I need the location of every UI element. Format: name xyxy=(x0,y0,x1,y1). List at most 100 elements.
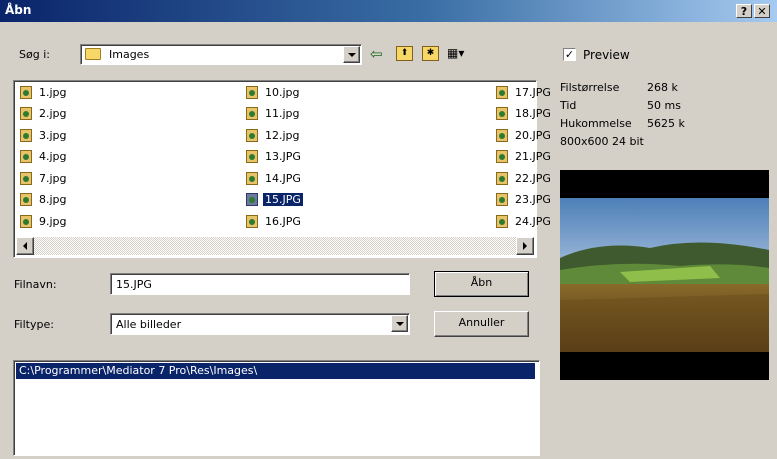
back-icon[interactable]: ⇦ xyxy=(370,45,383,63)
filetype-dropdown-button[interactable] xyxy=(391,315,408,332)
file-item[interactable]: 20.JPG xyxy=(496,127,553,143)
file-name: 15.JPG xyxy=(262,192,304,207)
file-name: 2.jpg xyxy=(39,107,67,120)
file-name: 10.jpg xyxy=(265,85,300,99)
info-dimensions: 800x600 24 bit xyxy=(560,135,644,148)
file-item[interactable]: 9.jpg xyxy=(20,213,69,229)
image-file-icon xyxy=(20,107,32,120)
path-item[interactable]: C:\Programmer\Mediator 7 Pro\Res\Images\ xyxy=(16,363,535,379)
scroll-right-button[interactable] xyxy=(516,237,534,255)
filename-label: Filnavn: xyxy=(14,278,57,291)
file-list[interactable]: 1.jpg 2.jpg 3.jpg 4.jpg 7.jpg 8.jpg 9.jpg 10.j… xyxy=(13,80,551,258)
cancel-button[interactable]: Annuller xyxy=(434,311,529,337)
image-file-icon xyxy=(20,85,32,99)
file-item[interactable]: 10.jpg xyxy=(246,84,302,100)
file-item[interactable]: 13.JPG xyxy=(246,149,303,165)
file-item[interactable]: 22.JPG xyxy=(496,170,553,186)
open-button[interactable]: Åbn xyxy=(434,271,529,297)
image-file-icon xyxy=(246,128,258,142)
file-item[interactable]: 16.JPG xyxy=(246,213,303,229)
file-name: 24.JPG xyxy=(515,214,551,228)
chevron-down-icon xyxy=(347,52,356,57)
lookin-dropdown[interactable]: Images xyxy=(80,44,362,65)
info-label-memory: Hukommelse xyxy=(560,117,632,130)
file-name: 22.JPG xyxy=(515,171,551,185)
image-file-icon xyxy=(246,214,258,228)
file-item[interactable]: 17.JPG xyxy=(496,84,553,100)
file-name: 17.JPG xyxy=(515,85,551,99)
image-file-icon xyxy=(496,128,508,142)
horizontal-scrollbar[interactable] xyxy=(16,237,534,255)
file-name: 3.jpg xyxy=(39,128,67,142)
arrow-left-icon xyxy=(23,242,27,250)
up-folder-icon[interactable]: ⬆ xyxy=(396,46,413,61)
file-item[interactable]: 23.JPG xyxy=(496,192,553,208)
file-name: 13.JPG xyxy=(265,150,301,163)
file-item[interactable]: 11.jpg xyxy=(246,106,302,122)
chevron-down-icon xyxy=(395,321,404,326)
image-file-icon xyxy=(496,150,508,163)
image-file-icon xyxy=(20,128,32,142)
file-name: 8.jpg xyxy=(39,193,67,206)
file-name: 21.JPG xyxy=(515,150,551,163)
file-item[interactable]: 4.jpg xyxy=(20,149,69,165)
file-name: 4.jpg xyxy=(39,150,67,163)
image-file-icon xyxy=(246,150,258,163)
view-menu-icon[interactable]: ▦▾ xyxy=(447,46,464,60)
file-item[interactable]: 18.JPG xyxy=(496,106,553,122)
preview-checkbox[interactable]: ✓ xyxy=(563,48,576,61)
image-file-icon xyxy=(496,107,508,120)
file-item[interactable]: 3.jpg xyxy=(20,127,69,143)
image-file-icon xyxy=(20,171,32,185)
lookin-dropdown-button[interactable] xyxy=(343,46,360,63)
info-value-filesize: 268 k xyxy=(647,81,678,94)
file-item[interactable]: 1.jpg xyxy=(20,84,69,100)
info-value-memory: 5625 k xyxy=(647,117,685,130)
info-label-time: Tid xyxy=(560,99,577,112)
image-file-icon xyxy=(246,107,258,120)
file-name: 1.jpg xyxy=(39,85,67,99)
file-item[interactable]: 7.jpg xyxy=(20,170,69,186)
file-item[interactable]: 21.JPG xyxy=(496,149,553,165)
filetype-label: Filtype: xyxy=(14,318,54,331)
file-name: 14.JPG xyxy=(265,171,301,185)
image-file-icon xyxy=(496,85,508,99)
landscape-image xyxy=(560,198,769,352)
image-file-icon xyxy=(496,193,508,206)
lookin-label: Søg i: xyxy=(19,48,50,61)
new-folder-icon[interactable]: ✱ xyxy=(422,46,439,61)
file-name: 18.JPG xyxy=(515,107,551,120)
file-item[interactable]: 2.jpg xyxy=(20,106,69,122)
preview-label: Preview xyxy=(583,48,630,62)
file-item[interactable]: 15.JPG xyxy=(246,192,304,208)
close-button[interactable]: ✕ xyxy=(754,4,770,18)
lookin-value: Images xyxy=(109,48,150,61)
filetype-dropdown[interactable]: Alle billeder xyxy=(110,313,410,335)
image-file-icon xyxy=(20,214,32,228)
path-list[interactable]: C:\Programmer\Mediator 7 Pro\Res\Images\ xyxy=(13,360,540,456)
title-bar xyxy=(0,0,777,22)
file-name: 20.JPG xyxy=(515,128,551,142)
filename-value: 15.JPG xyxy=(116,278,152,291)
image-file-icon xyxy=(246,85,258,99)
filename-input[interactable]: 15.JPG xyxy=(110,273,410,295)
file-name: 23.JPG xyxy=(515,193,551,206)
image-file-icon xyxy=(20,150,32,163)
image-file-icon xyxy=(246,193,258,206)
file-name: 12.jpg xyxy=(265,128,300,142)
folder-icon xyxy=(85,48,101,60)
file-item[interactable]: 24.JPG xyxy=(496,213,553,229)
help-button[interactable]: ? xyxy=(736,4,752,18)
preview-image xyxy=(560,170,769,380)
arrow-right-icon xyxy=(523,242,527,250)
info-label-filesize: Filstørrelse xyxy=(560,81,620,94)
file-item[interactable]: 8.jpg xyxy=(20,192,69,208)
scroll-left-button[interactable] xyxy=(16,237,34,255)
file-item[interactable]: 12.jpg xyxy=(246,127,302,143)
file-item[interactable]: 14.JPG xyxy=(246,170,303,186)
window-title: Åbn xyxy=(5,3,32,17)
image-file-icon xyxy=(496,171,508,185)
file-name: 11.jpg xyxy=(265,107,300,120)
file-name: 7.jpg xyxy=(39,171,67,185)
file-name: 9.jpg xyxy=(39,214,67,228)
